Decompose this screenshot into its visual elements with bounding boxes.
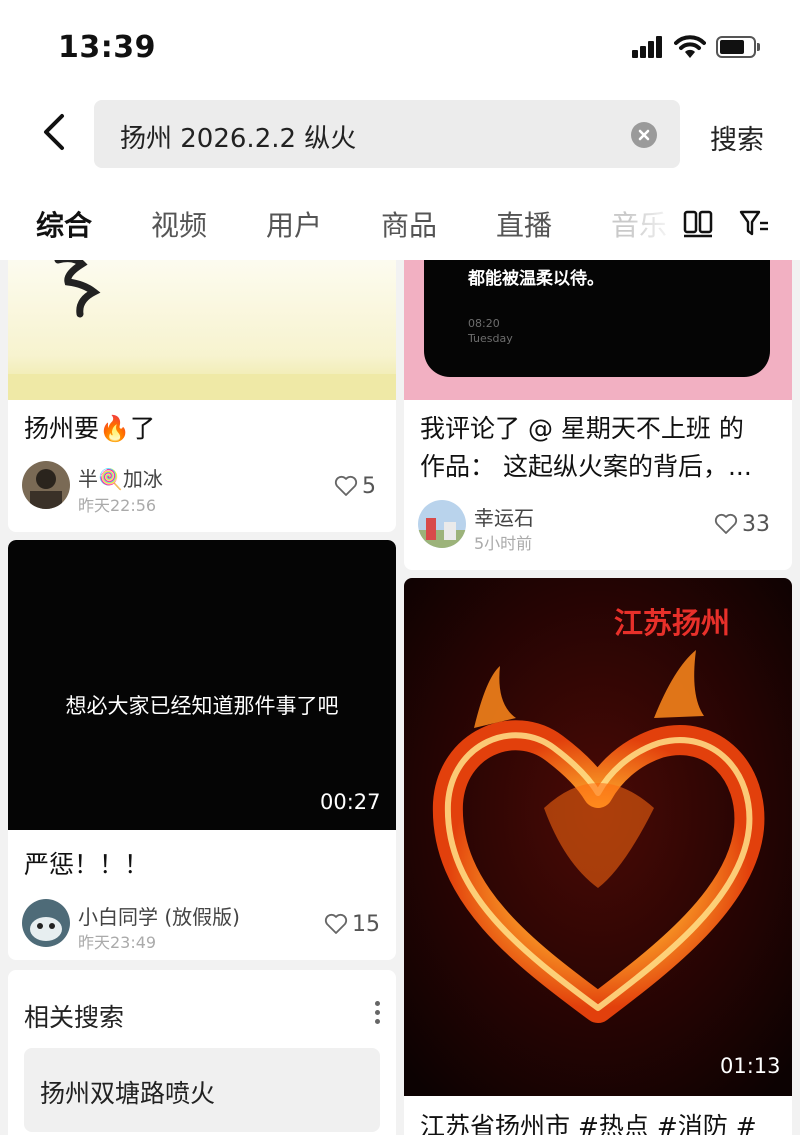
video-thumbnail	[8, 260, 396, 400]
tab-comprehensive[interactable]: 综合	[36, 204, 92, 244]
result-card-4[interactable]: 江苏扬州 01:13 江苏省扬州市 #热点 #消防 #	[404, 578, 792, 1135]
filter-icon[interactable]	[738, 208, 770, 238]
cellular-signal-icon	[632, 36, 664, 58]
author-name[interactable]: 半🍭加冰	[78, 463, 163, 492]
search-input[interactable]: 扬州 2026.2.2 纵火	[94, 100, 680, 168]
search-tabs: 综合 视频 用户 商品 直播 音乐	[0, 188, 800, 260]
tab-live[interactable]: 直播	[496, 204, 552, 244]
result-card-1[interactable]: 扬州要🔥了 半🍭加冰 昨天22:56 5	[8, 260, 396, 532]
search-header: 扬州 2026.2.2 纵火 搜索	[0, 96, 800, 188]
thumbnail-caption: 想必大家已经知道那件事了吧	[65, 694, 339, 718]
result-card-2[interactable]: 都能被温柔以待。 08:20 Tuesday 我评论了 @ 星期天不上班 的 作…	[404, 260, 792, 570]
video-duration: 00:27	[320, 790, 381, 814]
tab-products[interactable]: 商品	[381, 204, 437, 244]
heart-icon	[324, 913, 348, 934]
tab-users[interactable]: 用户	[266, 204, 322, 244]
status-bar: 13:39	[0, 0, 800, 96]
card-title: 严惩！！！	[24, 850, 150, 879]
like-count-value: 33	[742, 512, 770, 537]
more-options-icon[interactable]	[372, 998, 382, 1028]
video-thumbnail	[8, 540, 396, 830]
avatar[interactable]	[22, 899, 70, 947]
video-thumbnail	[404, 578, 792, 1096]
card-title-line-2: 作品： 这起纵火案的背后，...	[420, 452, 752, 481]
battery-icon	[716, 36, 760, 58]
thumbnail-time: 08:20	[468, 317, 500, 330]
clear-search-icon[interactable]	[631, 122, 657, 148]
back-arrow-icon[interactable]	[36, 110, 76, 154]
card-title-line-1: 我评论了 @ 星期天不上班 的	[420, 414, 744, 443]
thumbnail-caption: 江苏扬州	[614, 606, 731, 640]
search-button[interactable]: 搜索	[710, 118, 764, 157]
tabs-fade-overlay	[628, 188, 678, 260]
video-duration: 01:13	[720, 1054, 781, 1078]
like-count[interactable]: 5	[334, 474, 376, 499]
dual-column-layout-icon[interactable]	[682, 208, 714, 238]
status-time: 13:39	[58, 30, 156, 65]
thumbnail-day: Tuesday	[468, 332, 513, 345]
card-title: 江苏省扬州市 #热点 #消防 #	[420, 1112, 757, 1135]
related-searches-title: 相关搜索	[24, 1003, 125, 1032]
wifi-icon	[674, 35, 706, 58]
like-count-value: 5	[362, 474, 376, 499]
heart-icon	[714, 513, 738, 534]
heart-icon	[334, 475, 358, 496]
post-time: 5小时前	[474, 534, 533, 553]
like-count[interactable]: 33	[714, 512, 770, 537]
related-search-item[interactable]: 扬州双塘路喷火	[24, 1048, 380, 1132]
post-time: 昨天22:56	[78, 496, 157, 515]
related-searches-card: 相关搜索 扬州双塘路喷火	[8, 970, 396, 1135]
author-name[interactable]: 小白同学 (放假版)	[78, 901, 240, 930]
avatar[interactable]	[418, 500, 466, 548]
like-count-value: 15	[352, 912, 380, 937]
post-time: 昨天23:49	[78, 933, 157, 952]
related-search-label: 扬州双塘路喷火	[40, 1079, 216, 1108]
like-count[interactable]: 15	[324, 912, 380, 937]
tab-video[interactable]: 视频	[151, 204, 207, 244]
avatar[interactable]	[22, 461, 70, 509]
result-card-3[interactable]: 想必大家已经知道那件事了吧 00:27 严惩！！！ 小白同学 (放假版) 昨天2…	[8, 540, 396, 960]
author-name[interactable]: 幸运石	[474, 502, 534, 531]
results-feed: 扬州要🔥了 半🍭加冰 昨天22:56 5 都能被温柔以待。 08:20 Tues…	[0, 260, 800, 1135]
card-title: 扬州要🔥了	[24, 414, 156, 443]
search-query-text: 扬州 2026.2.2 纵火	[120, 124, 357, 154]
thumbnail-caption: 都能被温柔以待。	[468, 269, 604, 289]
